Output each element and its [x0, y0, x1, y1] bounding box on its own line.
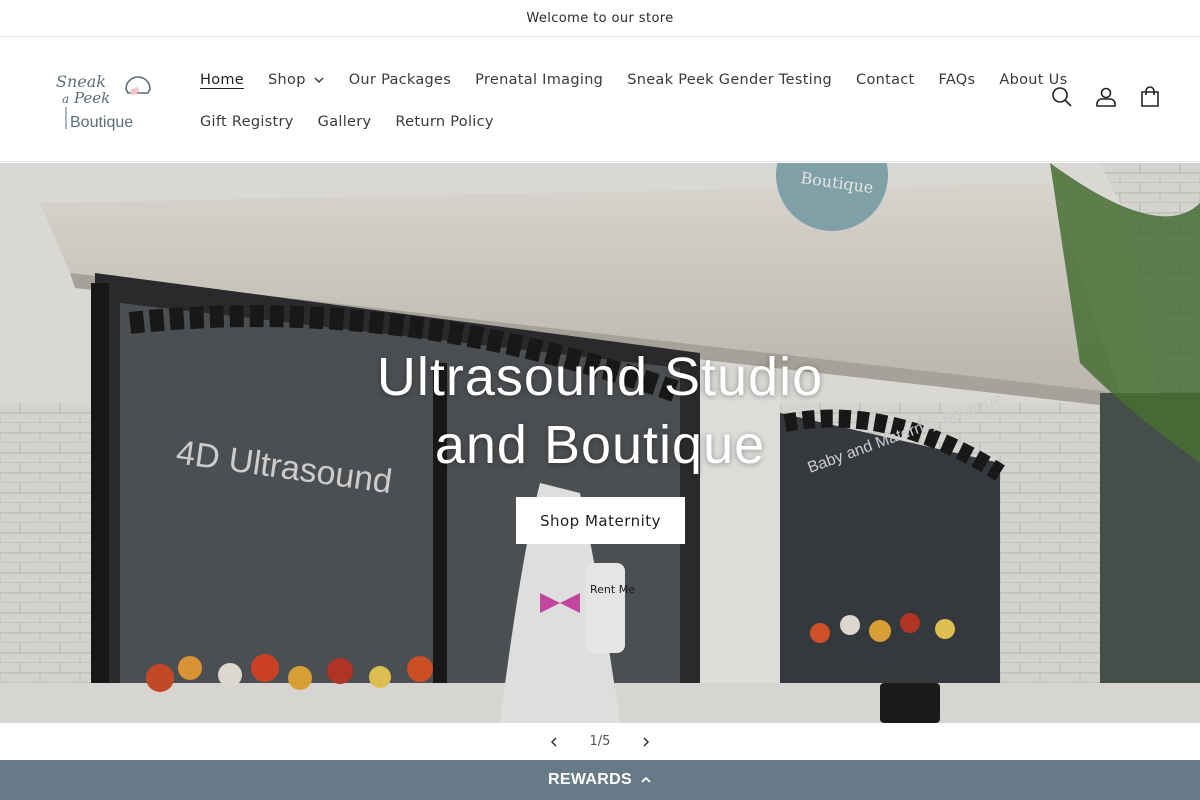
nav-label: Shop [268, 72, 306, 88]
site-header: Sneak a Peek Boutique Home Shop Our Pack… [0, 37, 1200, 162]
hero-slideshow: Boutique 4D Ultrasound Baby and Maternit… [0, 163, 1200, 723]
account-icon [1096, 87, 1116, 107]
rewards-launcher[interactable]: REWARDS [0, 760, 1200, 800]
brand-logo[interactable]: Sneak a Peek Boutique [52, 67, 160, 133]
nav-item-prenatal-imaging[interactable]: Prenatal Imaging [463, 72, 615, 88]
nav-item-faqs[interactable]: FAQs [927, 72, 988, 88]
cart-button[interactable] [1138, 85, 1162, 109]
nav-item-contact[interactable]: Contact [844, 72, 927, 88]
account-button[interactable] [1094, 85, 1118, 109]
nav-label: Sneak Peek Gender Testing [627, 72, 833, 88]
nav-label: Home [200, 72, 245, 88]
nav-item-gender-testing[interactable]: Sneak Peek Gender Testing [615, 72, 844, 88]
hero-heading-line2: and Boutique [434, 415, 766, 475]
logo-text-boutique: Boutique [70, 114, 133, 131]
nav-label: FAQs [938, 72, 976, 88]
slide-counter: 1/5 [589, 734, 611, 749]
nav-item-home[interactable]: Home [188, 72, 256, 88]
nav-label: Return Policy [395, 114, 494, 130]
hero-heading: Ultrasound Studio and Boutique [0, 343, 1200, 479]
nav-label: Prenatal Imaging [475, 72, 604, 88]
nav-label: Gallery [317, 114, 372, 130]
main-navigation: Home Shop Our Packages Prenatal Imaging … [188, 59, 1067, 143]
logo-graphic: Sneak a Peek Boutique [56, 72, 151, 131]
nav-item-gallery[interactable]: Gallery [306, 114, 384, 130]
search-button[interactable] [1050, 85, 1074, 109]
nav-item-shop[interactable]: Shop [256, 72, 337, 88]
chevron-up-icon [641, 776, 651, 783]
cart-icon [1141, 86, 1159, 107]
rewards-label: REWARDS [548, 771, 632, 788]
logo-text-a: a [62, 92, 69, 106]
header-icons [1050, 85, 1162, 109]
nav-row-primary: Home Shop Our Packages Prenatal Imaging … [188, 59, 1067, 101]
next-slide-button[interactable] [638, 734, 654, 750]
search-icon [1052, 87, 1072, 107]
nav-label: Our Packages [348, 72, 452, 88]
nav-item-our-packages[interactable]: Our Packages [337, 72, 463, 88]
hero-heading-line1: Ultrasound Studio [376, 347, 824, 407]
slideshow-controls: 1/5 [0, 723, 1200, 760]
chevron-down-icon [314, 77, 324, 84]
nav-label: Gift Registry [200, 114, 294, 130]
previous-slide-button[interactable] [546, 734, 562, 750]
chevron-left-icon [550, 736, 557, 747]
nav-row-secondary: Gift Registry Gallery Return Policy [188, 101, 1008, 143]
nav-label: Contact [856, 72, 915, 88]
announcement-text: Welcome to our store [526, 10, 674, 26]
announcement-bar: Welcome to our store [0, 0, 1200, 37]
nav-item-gift-registry[interactable]: Gift Registry [188, 114, 306, 130]
shop-maternity-button[interactable]: Shop Maternity [516, 497, 685, 544]
chevron-right-icon [643, 736, 650, 747]
nav-item-return-policy[interactable]: Return Policy [383, 114, 505, 130]
logo-text-peek: Peek [73, 89, 110, 107]
